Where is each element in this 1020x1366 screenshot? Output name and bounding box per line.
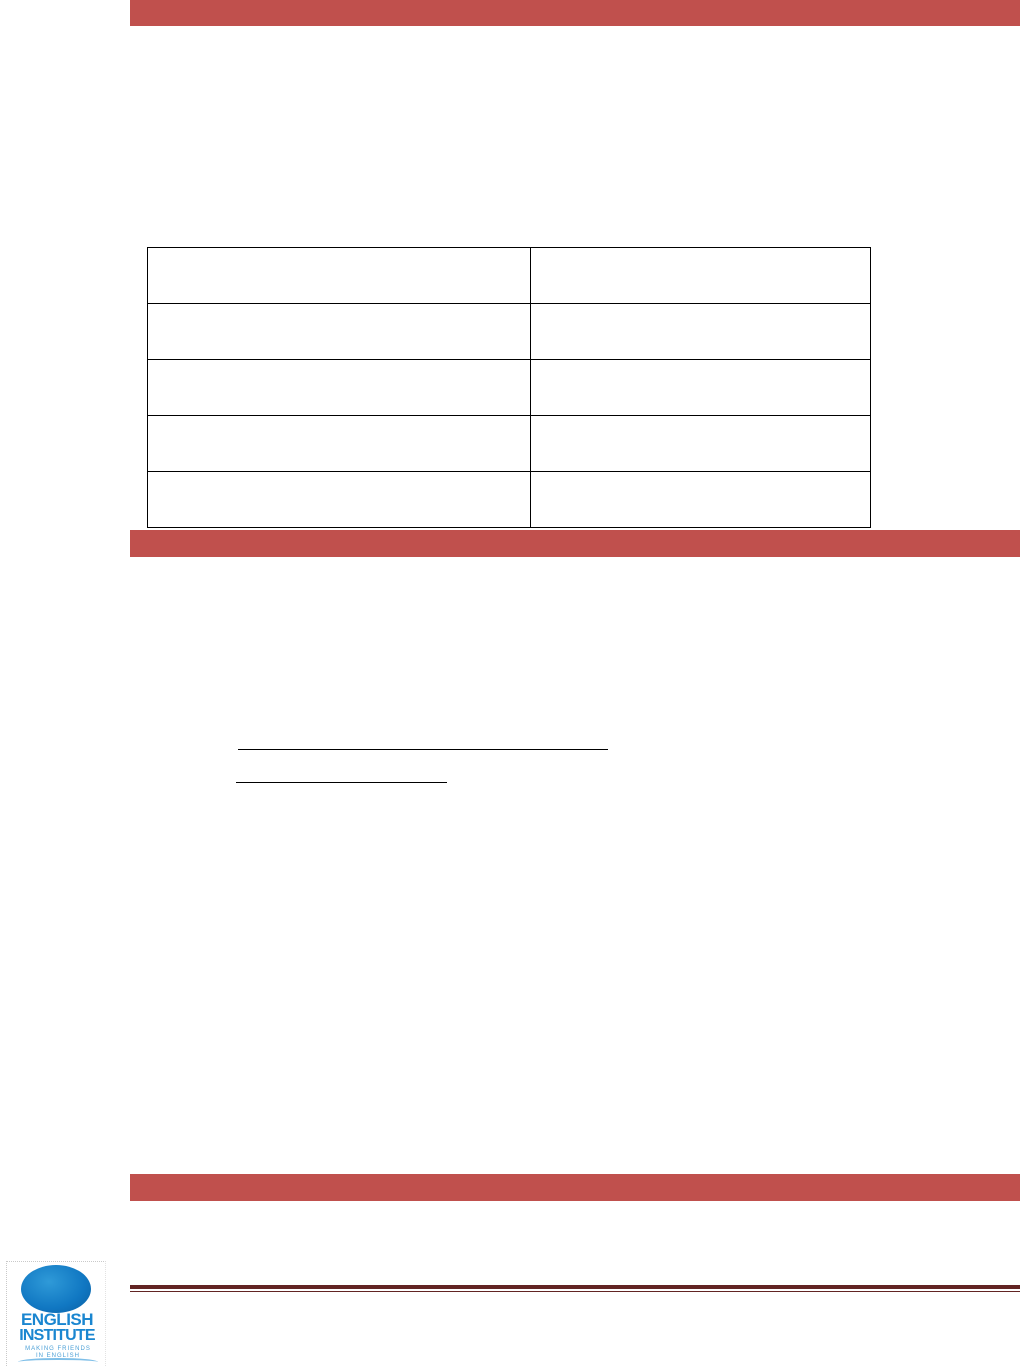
section-header-band	[130, 1174, 1020, 1201]
table-cell	[530, 471, 871, 528]
table-row	[147, 471, 871, 528]
table-cell	[147, 247, 531, 304]
fill-in-blank-line	[238, 749, 608, 750]
table-row	[147, 247, 871, 304]
table-cell	[530, 247, 871, 304]
blank-table-body	[147, 247, 871, 528]
logo-tagline-line: MAKING FRIENDS	[25, 1346, 91, 1352]
fill-in-blank-line	[236, 782, 447, 783]
blank-table	[147, 247, 871, 528]
logo-word-english: ENGLISH	[20, 1310, 94, 1329]
footer-rule-thin	[130, 1291, 1020, 1292]
table-cell	[530, 415, 871, 472]
table-cell	[530, 303, 871, 360]
logo-oval-icon	[21, 1265, 91, 1313]
table-cell	[147, 415, 531, 472]
logo-word-institute: INSTITUTE	[19, 1327, 95, 1344]
table-row	[147, 359, 871, 416]
table-cell	[147, 303, 531, 360]
section-header-band	[130, 0, 1020, 26]
english-institute-logo: ENGLISH INSTITUTE MAKING FRIENDS IN ENGL…	[6, 1261, 106, 1366]
table-cell	[147, 471, 531, 528]
table-row	[147, 303, 871, 360]
table-cell	[147, 359, 531, 416]
table-row	[147, 415, 871, 472]
section-header-band	[130, 530, 1020, 557]
table-cell	[530, 359, 871, 416]
footer-rule	[130, 1285, 1020, 1289]
